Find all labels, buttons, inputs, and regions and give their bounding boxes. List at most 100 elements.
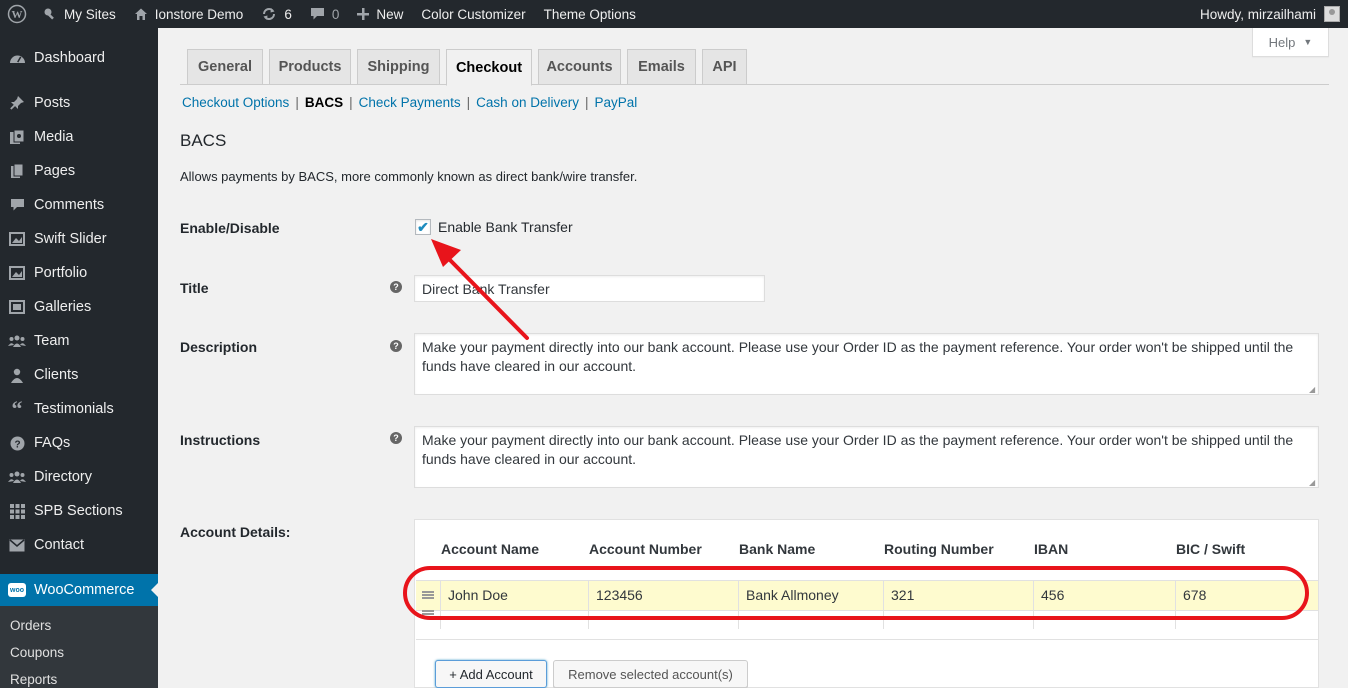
subnav-cash-on-delivery[interactable]: Cash on Delivery: [476, 95, 579, 110]
help-tip-icon[interactable]: ?: [390, 432, 402, 444]
sidebar-item-clients[interactable]: Clients: [0, 358, 158, 392]
sidebar-item-contact[interactable]: Contact: [0, 528, 158, 562]
theme-options-link[interactable]: Theme Options: [535, 0, 645, 28]
woocommerce-submenu: Orders Coupons Reports: [0, 606, 158, 688]
title-label: Title: [180, 280, 209, 296]
tab-api[interactable]: API: [702, 49, 747, 85]
mail-icon: [8, 536, 26, 554]
bank-name-cell[interactable]: [738, 611, 883, 629]
sidebar-item-label: WooCommerce: [34, 582, 135, 598]
my-sites-icon: [43, 7, 57, 21]
table-row[interactable]: John Doe 123456 Bank Allmoney 321 456 67…: [416, 580, 1318, 610]
bank-name-cell[interactable]: Bank Allmoney: [738, 581, 883, 610]
section-description: Allows payments by BACS, more commonly k…: [180, 169, 638, 184]
site-name-label: Ionstore Demo: [154, 6, 244, 22]
updates-menu[interactable]: 6: [252, 0, 301, 28]
account-number-cell[interactable]: 123456: [588, 581, 738, 610]
media-icon: [8, 128, 26, 146]
sidebar-item-directory[interactable]: Directory: [0, 460, 158, 494]
new-label: New: [376, 6, 404, 22]
routing-number-cell[interactable]: 321: [883, 581, 1033, 610]
help-tip-icon[interactable]: ?: [390, 340, 402, 352]
sidebar-item-label: Team: [34, 333, 70, 349]
galleries-icon: [8, 298, 26, 316]
clients-icon: [8, 366, 26, 384]
title-input[interactable]: [414, 275, 765, 302]
sidebar-item-spb-sections[interactable]: SPB Sections: [0, 494, 158, 528]
sidebar-item-label: FAQs: [34, 435, 71, 451]
sidebar-item-woocommerce[interactable]: woo WooCommerce: [0, 574, 158, 606]
resize-handle-icon[interactable]: ◢: [1309, 479, 1317, 487]
subnav-bacs[interactable]: BACS: [305, 95, 343, 110]
submenu-item-coupons[interactable]: Coupons: [0, 639, 158, 666]
bic-swift-cell[interactable]: 678: [1175, 581, 1318, 610]
enable-disable-label: Enable/Disable: [180, 220, 280, 236]
enable-bank-transfer-checkbox[interactable]: ✔: [415, 219, 431, 235]
add-account-button[interactable]: + Add Account: [435, 660, 547, 688]
sidebar-item-dashboard[interactable]: Dashboard: [0, 41, 158, 75]
tab-products[interactable]: Products: [269, 49, 351, 85]
plus-icon: [357, 8, 370, 20]
drag-handle-icon[interactable]: [422, 591, 434, 599]
tab-general[interactable]: General: [187, 49, 263, 85]
admin-bar: W My Sites Ionstore Demo 6 0 New Color C…: [0, 0, 1348, 28]
slider-icon: [8, 230, 26, 248]
resize-handle-icon[interactable]: ◢: [1309, 386, 1317, 394]
subnav-check-payments[interactable]: Check Payments: [359, 95, 461, 110]
svg-text:?: ?: [14, 439, 20, 450]
sidebar-item-comments[interactable]: Comments: [0, 188, 158, 222]
sidebar-item-swift-slider[interactable]: Swift Slider: [0, 222, 158, 256]
remove-accounts-button[interactable]: Remove selected account(s): [553, 660, 748, 688]
sidebar-item-label: SPB Sections: [34, 503, 123, 519]
routing-number-cell[interactable]: [883, 611, 1033, 629]
iban-cell[interactable]: 456: [1033, 581, 1175, 610]
sidebar-item-faqs[interactable]: ? FAQs: [0, 426, 158, 460]
bic-swift-cell[interactable]: [1175, 611, 1318, 629]
sidebar-item-portfolio[interactable]: Portfolio: [0, 256, 158, 290]
iban-cell[interactable]: [1033, 611, 1175, 629]
sidebar-item-label: Posts: [34, 95, 71, 111]
sidebar-item-galleries[interactable]: Galleries: [0, 290, 158, 324]
account-number-cell[interactable]: [588, 611, 738, 629]
description-textarea[interactable]: Make your payment directly into our bank…: [414, 333, 1319, 395]
sidebar-item-label: Dashboard: [34, 50, 105, 66]
tab-emails[interactable]: Emails: [627, 49, 696, 85]
table-row[interactable]: [416, 610, 1318, 640]
sidebar-item-label: Media: [34, 129, 74, 145]
column-header-account-number: Account Number: [589, 541, 702, 557]
tab-accounts[interactable]: Accounts: [538, 49, 621, 85]
tab-checkout[interactable]: Checkout: [446, 49, 532, 86]
annotation-arrow-head: [431, 239, 461, 267]
sidebar-item-media[interactable]: Media: [0, 120, 158, 154]
svg-text:W: W: [12, 9, 23, 21]
drag-handle-icon[interactable]: [422, 610, 434, 618]
updates-icon: [261, 6, 277, 22]
avatar[interactable]: [1324, 6, 1340, 22]
sidebar-item-label: Directory: [34, 469, 93, 485]
subnav-checkout-options[interactable]: Checkout Options: [182, 95, 289, 110]
account-name-cell[interactable]: [440, 611, 588, 629]
account-name-cell[interactable]: John Doe: [440, 581, 588, 610]
sidebar-item-testimonials[interactable]: “ Testimonials: [0, 392, 158, 426]
instructions-textarea[interactable]: Make your payment directly into our bank…: [414, 426, 1319, 488]
sidebar-item-team[interactable]: Team: [0, 324, 158, 358]
sidebar-item-pages[interactable]: Pages: [0, 154, 158, 188]
team-icon: [8, 332, 26, 350]
my-sites-menu[interactable]: My Sites: [34, 0, 125, 28]
sidebar-item-posts[interactable]: Posts: [0, 86, 158, 120]
color-customizer-link[interactable]: Color Customizer: [412, 0, 534, 28]
tab-shipping[interactable]: Shipping: [357, 49, 440, 85]
site-name-menu[interactable]: Ionstore Demo: [125, 0, 253, 28]
comment-bubble-icon: [310, 7, 325, 21]
enable-bank-transfer-label[interactable]: Enable Bank Transfer: [438, 219, 573, 235]
woo-icon: woo: [8, 581, 26, 599]
comments-count: 0: [331, 6, 340, 22]
new-content-menu[interactable]: New: [348, 0, 412, 28]
help-tip-icon[interactable]: ?: [390, 281, 402, 293]
submenu-item-orders[interactable]: Orders: [0, 612, 158, 639]
subnav-paypal[interactable]: PayPal: [594, 95, 637, 110]
submenu-item-reports[interactable]: Reports: [0, 666, 158, 688]
comments-menu[interactable]: 0: [301, 0, 349, 28]
wordpress-logo-icon[interactable]: W: [0, 0, 34, 28]
my-account-menu[interactable]: Howdy, mirzailhami: [1191, 0, 1316, 28]
